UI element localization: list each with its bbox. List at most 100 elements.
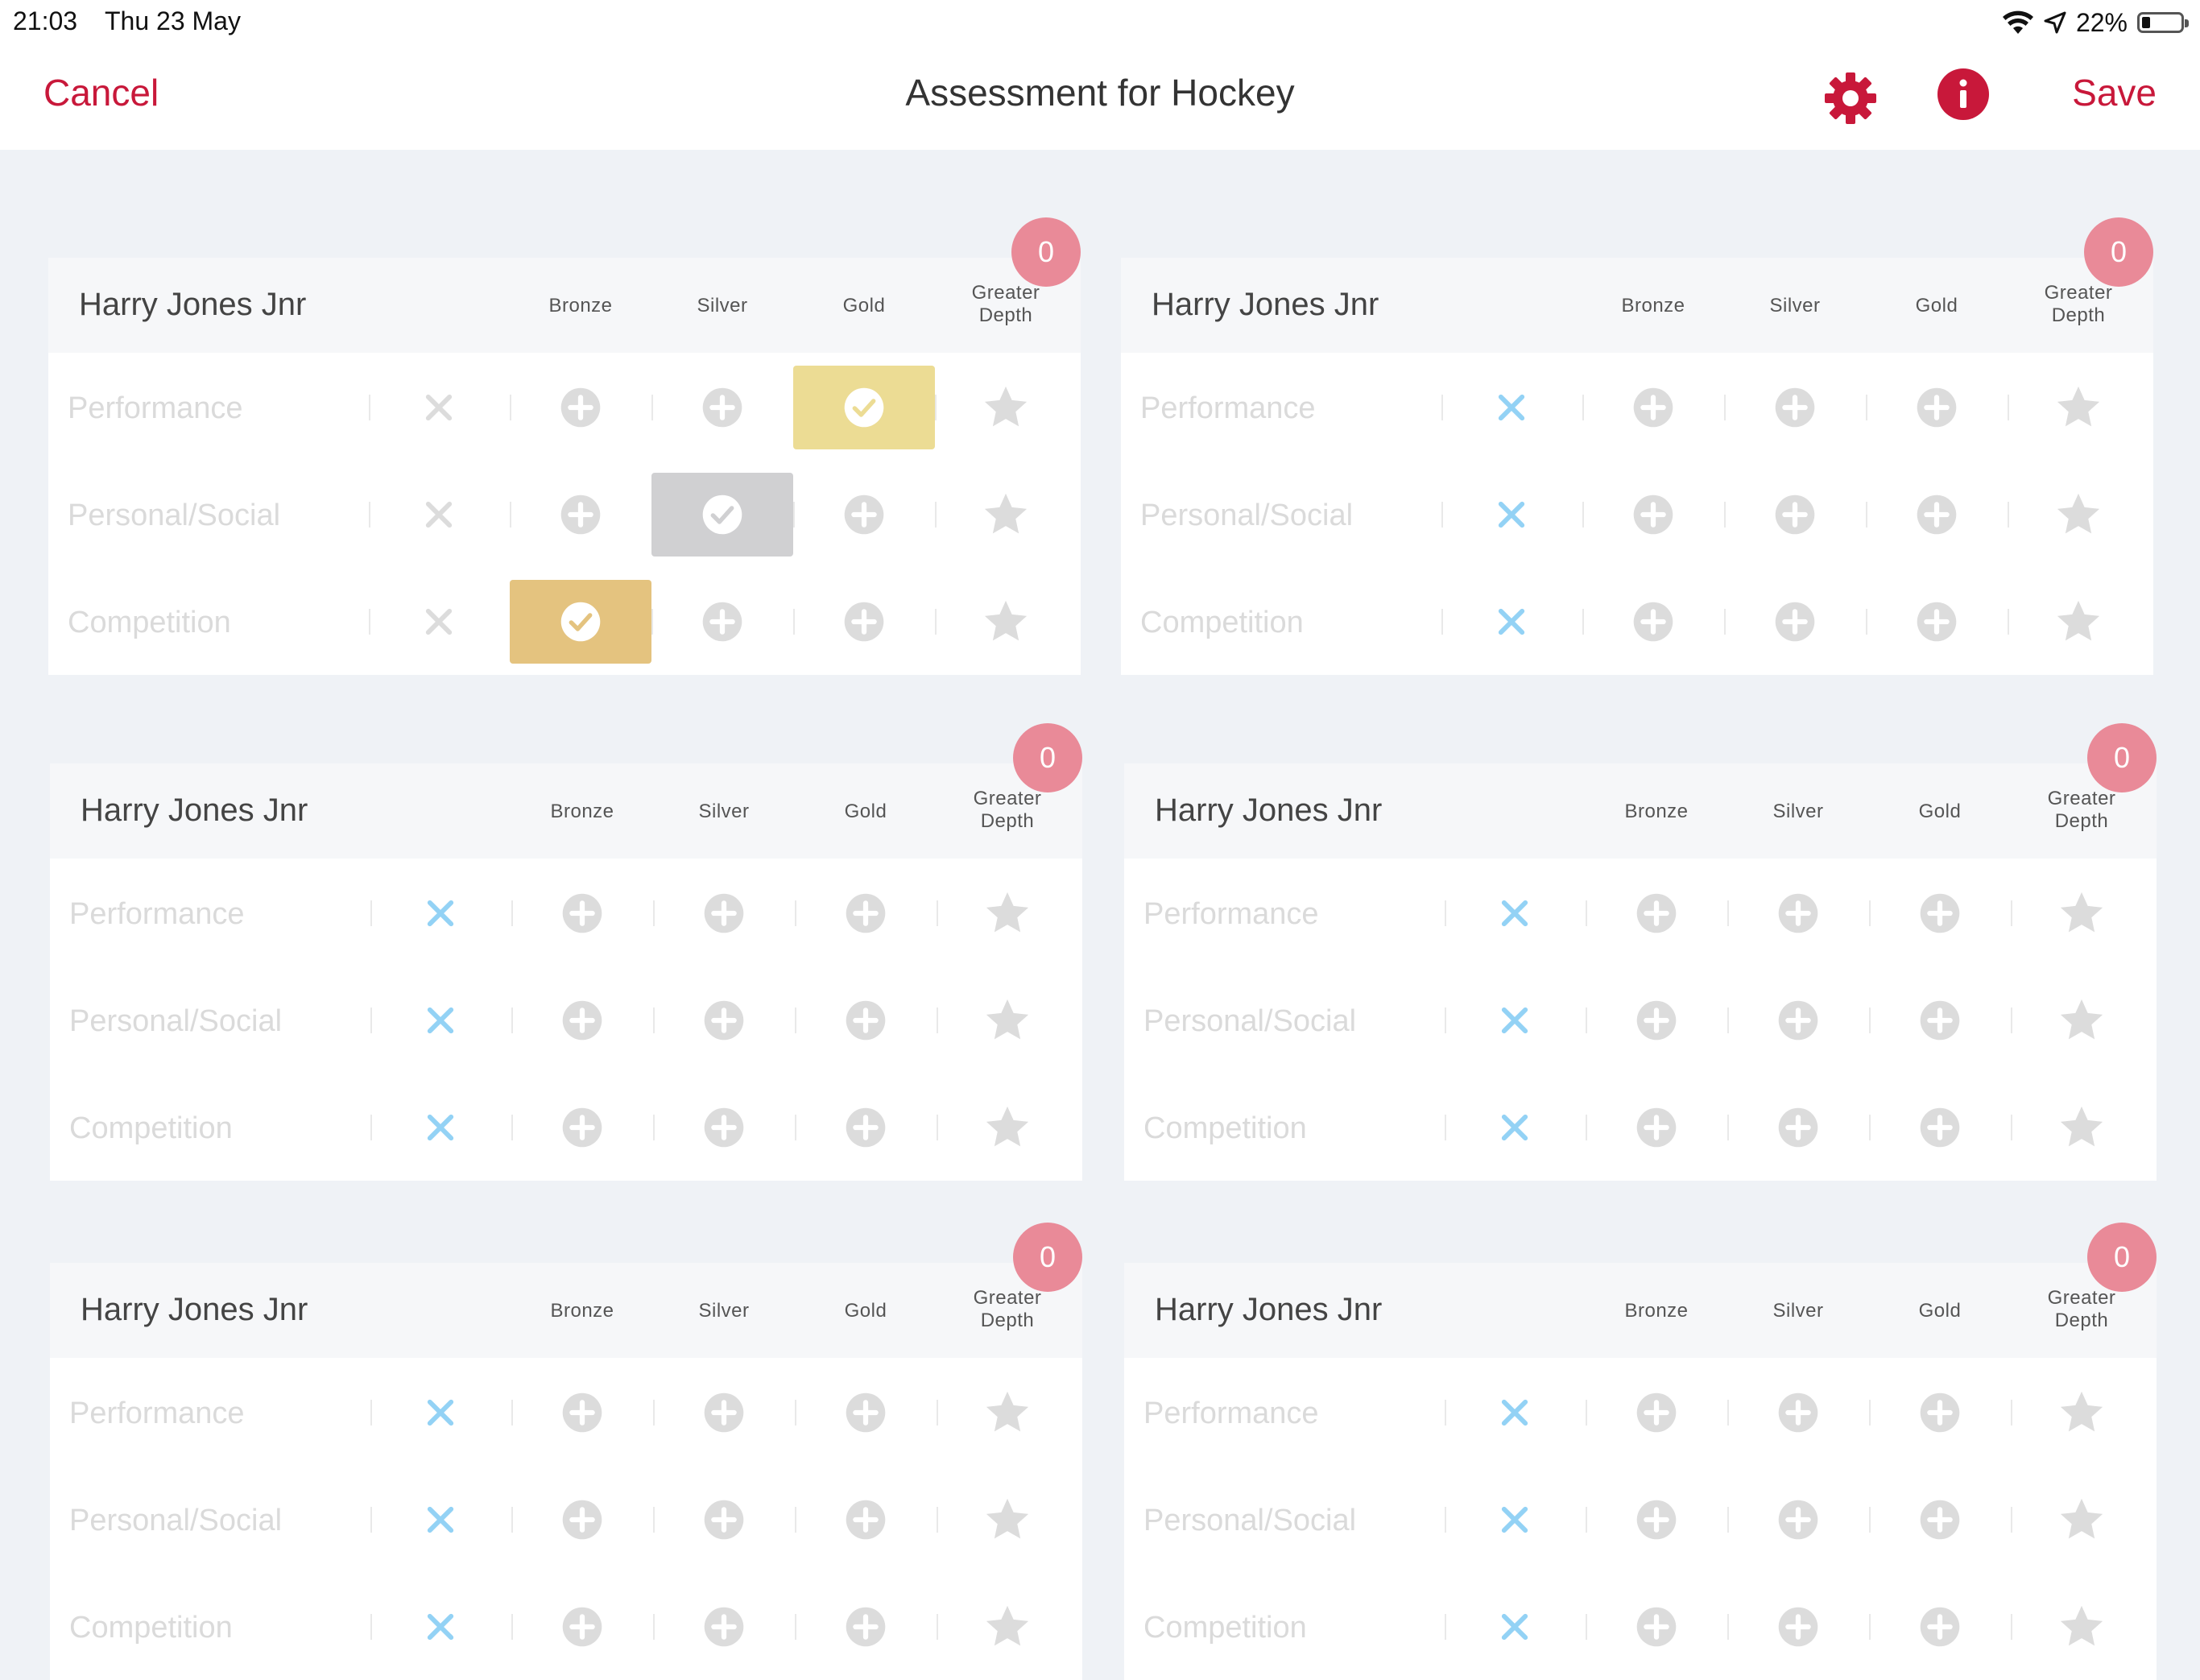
level-cell-none[interactable] xyxy=(1444,1371,1586,1454)
level-cell-gold[interactable] xyxy=(793,473,935,557)
level-cell-bronze[interactable] xyxy=(510,366,651,449)
level-cell-silver[interactable] xyxy=(653,1585,795,1669)
level-cell-bronze[interactable] xyxy=(511,1086,653,1169)
score-badge: 0 xyxy=(2084,217,2153,287)
level-cell-gold[interactable] xyxy=(793,580,935,664)
level-cell-none[interactable] xyxy=(370,1585,511,1669)
level-cell-bronze[interactable] xyxy=(511,871,653,955)
level-cell-silver[interactable] xyxy=(651,366,793,449)
level-cell-silver[interactable] xyxy=(653,1478,795,1562)
level-cell-silver[interactable] xyxy=(653,979,795,1062)
level-cell-none[interactable] xyxy=(1441,473,1582,557)
level-cell-none[interactable] xyxy=(368,580,510,664)
level-cell-greater[interactable] xyxy=(935,580,1077,664)
level-cell-silver[interactable] xyxy=(1727,1086,1869,1169)
level-cell-gold[interactable] xyxy=(1869,1478,2011,1562)
level-cell-none[interactable] xyxy=(370,1478,511,1562)
level-cell-greater[interactable] xyxy=(937,979,1078,1062)
level-cell-bronze[interactable] xyxy=(510,473,651,557)
level-cell-none[interactable] xyxy=(1444,1585,1586,1669)
level-cell-bronze[interactable] xyxy=(1582,580,1724,664)
level-cell-silver[interactable] xyxy=(1724,473,1866,557)
level-cell-none[interactable] xyxy=(1444,871,1586,955)
level-cell-bronze[interactable] xyxy=(1586,871,1727,955)
level-cell-bronze[interactable] xyxy=(1586,1371,1727,1454)
level-cell-gold[interactable] xyxy=(795,871,937,955)
level-cell-none[interactable] xyxy=(1444,1478,1586,1562)
level-cell-gold[interactable] xyxy=(1869,979,2011,1062)
level-cell-bronze[interactable] xyxy=(511,979,653,1062)
level-cell-bronze[interactable] xyxy=(510,580,651,664)
level-cell-greater[interactable] xyxy=(937,1086,1078,1169)
level-cell-none[interactable] xyxy=(370,871,511,955)
level-cell-gold[interactable] xyxy=(795,1478,937,1562)
level-cell-greater[interactable] xyxy=(937,1371,1078,1454)
level-cell-none[interactable] xyxy=(1444,979,1586,1062)
plus-circle-icon xyxy=(562,1107,602,1148)
level-cell-gold[interactable] xyxy=(1866,473,2008,557)
level-cell-silver[interactable] xyxy=(1724,580,1866,664)
level-cell-bronze[interactable] xyxy=(511,1478,653,1562)
level-cell-bronze[interactable] xyxy=(1582,473,1724,557)
level-cell-silver[interactable] xyxy=(1727,979,1869,1062)
cancel-button[interactable]: Cancel xyxy=(43,71,159,114)
info-button[interactable] xyxy=(1937,68,1989,120)
level-cell-greater[interactable] xyxy=(935,366,1077,449)
level-cell-bronze[interactable] xyxy=(1586,979,1727,1062)
level-cell-greater[interactable] xyxy=(2008,580,2149,664)
level-cell-silver[interactable] xyxy=(1727,1371,1869,1454)
level-cell-gold[interactable] xyxy=(1866,366,2008,449)
level-cell-silver[interactable] xyxy=(1727,1478,1869,1562)
level-cell-gold[interactable] xyxy=(793,366,935,449)
level-cell-greater[interactable] xyxy=(935,473,1077,557)
level-cell-bronze[interactable] xyxy=(1586,1086,1727,1169)
level-cell-bronze[interactable] xyxy=(1586,1585,1727,1669)
level-cell-bronze[interactable] xyxy=(1586,1478,1727,1562)
level-cell-gold[interactable] xyxy=(1869,1086,2011,1169)
level-cell-greater[interactable] xyxy=(2008,366,2149,449)
level-cell-greater[interactable] xyxy=(937,871,1078,955)
criterion-label: Performance xyxy=(1140,391,1316,425)
level-cell-silver[interactable] xyxy=(653,871,795,955)
level-cell-greater[interactable] xyxy=(2011,871,2152,955)
level-cell-gold[interactable] xyxy=(795,1585,937,1669)
level-cell-none[interactable] xyxy=(370,1086,511,1169)
level-cell-gold[interactable] xyxy=(1869,1371,2011,1454)
level-cell-silver[interactable] xyxy=(1724,366,1866,449)
level-cell-silver[interactable] xyxy=(1727,871,1869,955)
level-cell-greater[interactable] xyxy=(937,1478,1078,1562)
level-cell-none[interactable] xyxy=(370,1371,511,1454)
level-cell-bronze[interactable] xyxy=(511,1585,653,1669)
level-cell-none[interactable] xyxy=(368,473,510,557)
level-cell-silver[interactable] xyxy=(651,473,793,557)
star-icon xyxy=(2057,600,2100,641)
save-button[interactable]: Save xyxy=(2072,71,2157,114)
level-cell-none[interactable] xyxy=(1444,1086,1586,1169)
level-cell-none[interactable] xyxy=(368,366,510,449)
level-cell-gold[interactable] xyxy=(1869,871,2011,955)
level-cell-greater[interactable] xyxy=(937,1585,1078,1669)
level-cell-greater[interactable] xyxy=(2011,1478,2152,1562)
level-cell-silver[interactable] xyxy=(653,1086,795,1169)
level-cell-gold[interactable] xyxy=(795,979,937,1062)
level-cell-greater[interactable] xyxy=(2011,1371,2152,1454)
level-cell-silver[interactable] xyxy=(651,580,793,664)
settings-button[interactable] xyxy=(1822,69,1880,127)
level-cell-bronze[interactable] xyxy=(1582,366,1724,449)
level-cell-silver[interactable] xyxy=(653,1371,795,1454)
level-cell-greater[interactable] xyxy=(2011,1585,2152,1669)
level-cell-greater[interactable] xyxy=(2011,979,2152,1062)
greater-depth-line-2: Depth xyxy=(980,1310,1035,1331)
level-cell-greater[interactable] xyxy=(2011,1086,2152,1169)
level-cell-gold[interactable] xyxy=(1869,1585,2011,1669)
level-cell-none[interactable] xyxy=(370,979,511,1062)
level-cell-gold[interactable] xyxy=(1866,580,2008,664)
level-cell-none[interactable] xyxy=(1441,580,1582,664)
level-cell-greater[interactable] xyxy=(2008,473,2149,557)
level-cell-gold[interactable] xyxy=(795,1086,937,1169)
cross-icon xyxy=(427,1613,454,1641)
level-cell-none[interactable] xyxy=(1441,366,1582,449)
level-cell-silver[interactable] xyxy=(1727,1585,1869,1669)
level-cell-bronze[interactable] xyxy=(511,1371,653,1454)
level-cell-gold[interactable] xyxy=(795,1371,937,1454)
